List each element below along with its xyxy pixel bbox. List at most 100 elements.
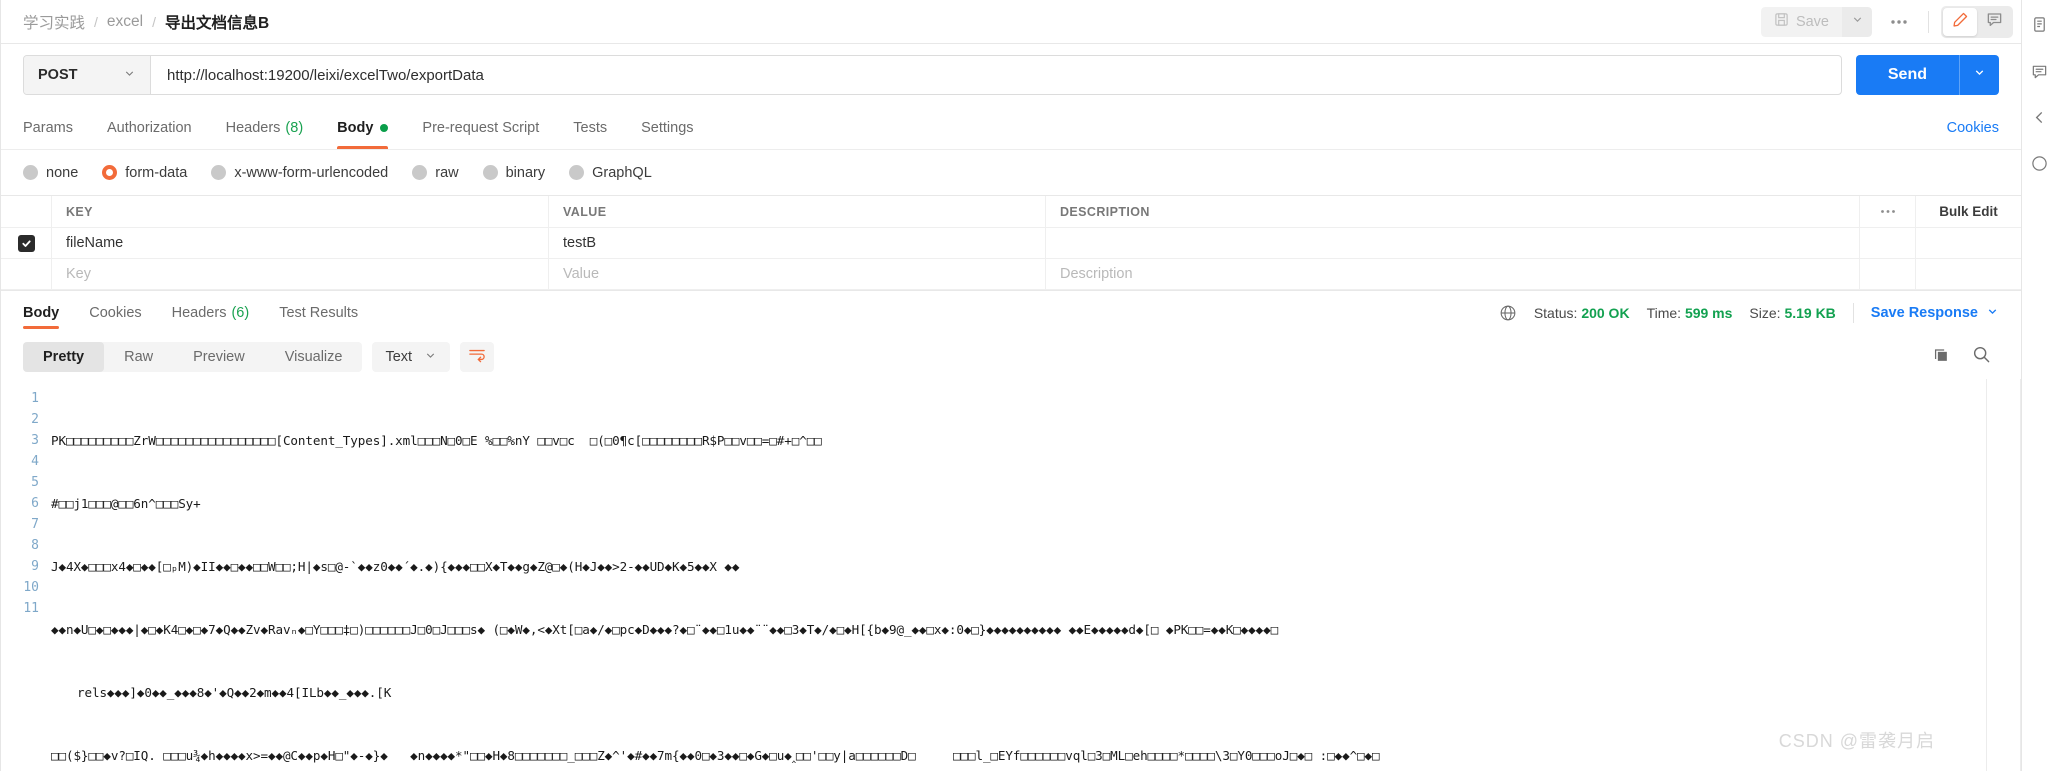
copy-button[interactable] (1932, 346, 1950, 369)
new-row-description-input[interactable]: Description (1046, 259, 1860, 289)
radio-dot-icon (412, 165, 428, 180)
status-divider (1852, 303, 1854, 323)
method-url-group: POST (23, 55, 1842, 95)
new-row-value-input[interactable]: Value (549, 259, 1046, 289)
more-options-button[interactable] (1882, 7, 1916, 37)
response-language-select[interactable]: Text (372, 342, 451, 372)
globe-icon (1499, 304, 1517, 322)
radio-raw[interactable]: raw (412, 164, 459, 181)
line-number: 6 (31, 496, 39, 511)
tab-headers[interactable]: Headers (8) (226, 106, 304, 149)
tab-params[interactable]: Params (23, 106, 73, 149)
row-options-button[interactable] (1860, 228, 1916, 258)
radio-binary[interactable]: binary (482, 165, 545, 181)
segment-preview[interactable]: Preview (173, 342, 265, 372)
chevron-down-icon (1973, 66, 1986, 84)
radio-label: form-data (125, 164, 188, 181)
top-bar-actions: Save (1760, 5, 2013, 38)
request-url-input[interactable] (151, 56, 1841, 94)
segment-pretty[interactable]: Pretty (23, 342, 105, 372)
save-button[interactable]: Save (1760, 6, 1842, 37)
line-number: 10 (23, 580, 39, 595)
circle-icon[interactable] (2031, 155, 2048, 172)
response-format-segments: Pretty Raw Preview Visualize (23, 342, 363, 372)
tab-label: Pre-request Script (422, 119, 540, 136)
table-row-placeholder[interactable]: Key Value Description (1, 259, 2021, 290)
row-checkbox[interactable] (17, 234, 35, 252)
line-number: 7 (31, 517, 39, 532)
table-header-checkbox-cell (1, 196, 52, 227)
tab-label: Authorization (106, 119, 192, 136)
copy-icon (1932, 346, 1950, 369)
response-body-viewer[interactable]: 1 2 3 4 5 6 7 8 9 10 11 PK□□□□□□□□□ZrW□□… (1, 379, 2021, 771)
tab-pre-request-script[interactable]: Pre-request Script (422, 106, 539, 149)
segment-visualize[interactable]: Visualize (265, 342, 363, 372)
response-tab-bar: Body Cookies Headers (6) Test Results St… (1, 290, 2021, 335)
row-description-input[interactable] (1046, 228, 1860, 258)
radio-x-www-form-urlencoded[interactable]: x-www-form-urlencoded (211, 165, 388, 181)
tab-body[interactable]: Body (337, 106, 389, 149)
chevron-down-icon (1986, 305, 1999, 322)
radio-graphql[interactable]: GraphQL (569, 165, 652, 181)
radio-dot-selected-icon (102, 165, 118, 180)
word-wrap-button[interactable] (460, 342, 495, 372)
tab-authorization[interactable]: Authorization (107, 106, 192, 149)
save-button-group: Save (1760, 6, 1872, 37)
request-tab-bar: Params Authorization Headers (8) Body Pr… (1, 106, 2021, 150)
radio-none[interactable]: none (23, 165, 78, 181)
status-value: 200 OK (1581, 305, 1630, 321)
row-checkbox-cell-empty (1, 259, 52, 289)
tab-label: Body (337, 119, 374, 136)
response-tab-headers[interactable]: Headers (6) (172, 291, 250, 335)
radio-label: raw (435, 164, 459, 181)
tab-settings[interactable]: Settings (641, 106, 693, 149)
cookies-link[interactable]: Cookies (1947, 120, 1999, 136)
http-method-select[interactable]: POST (24, 56, 151, 94)
tab-tests[interactable]: Tests (573, 106, 607, 149)
breadcrumb-item-workspace[interactable]: 学习实践 (23, 11, 85, 33)
line-number: 3 (31, 433, 39, 448)
edit-mode-button[interactable] (1943, 7, 1977, 36)
radio-dot-icon (211, 165, 227, 180)
tab-label: Headers (225, 119, 281, 136)
response-tab-cookies[interactable]: Cookies (89, 291, 141, 335)
response-tab-body[interactable]: Body (23, 291, 60, 335)
save-response-button[interactable]: Save Response (1871, 305, 1999, 322)
code-vertical-rule (1986, 379, 1987, 771)
line-number: 1 (31, 391, 39, 406)
search-button[interactable] (1972, 345, 1991, 369)
segment-raw[interactable]: Raw (104, 342, 173, 372)
table-row[interactable]: fileName testB (1, 228, 2021, 259)
size-value: 5.19 KB (1784, 305, 1836, 321)
breadcrumb-item-request[interactable]: 导出文档信息B (165, 11, 269, 33)
new-row-options-button[interactable] (1860, 259, 1916, 289)
comment-mode-button[interactable] (1977, 8, 2011, 36)
table-options-button[interactable] (1860, 196, 1916, 227)
send-dropdown-button[interactable] (1959, 55, 1999, 95)
form-data-table: KEY VALUE DESCRIPTION Bulk Edit fileName… (1, 195, 2021, 290)
document-icon[interactable] (2031, 16, 2048, 33)
response-body-content[interactable]: PK□□□□□□□□□ZrW□□□□□□□□□□□□□□□□[Content_T… (51, 379, 2021, 771)
chevron-left-icon[interactable] (2032, 110, 2047, 125)
send-button[interactable]: Send (1855, 55, 1959, 95)
size-group: Size: 5.19 KB (1749, 305, 1835, 321)
chevron-down-icon (424, 349, 437, 366)
tab-label: Test Results (279, 305, 359, 321)
new-row-key-input[interactable]: Key (52, 259, 549, 289)
bulk-edit-button[interactable]: Bulk Edit (1916, 196, 2021, 227)
line-number: 9 (31, 559, 39, 574)
radio-form-data[interactable]: form-data (102, 165, 187, 181)
save-dropdown-button[interactable] (1842, 6, 1872, 37)
search-icon (1972, 345, 1991, 369)
row-value-input[interactable]: testB (549, 228, 1046, 258)
response-toolbar-actions (1932, 345, 1999, 369)
breadcrumb-item-collection[interactable]: excel (107, 13, 143, 31)
comment-icon[interactable] (2031, 63, 2048, 80)
response-tab-test-results[interactable]: Test Results (279, 291, 358, 335)
tab-label: Params (23, 119, 73, 136)
row-key-input[interactable]: fileName (52, 228, 549, 258)
code-scrollbar-track[interactable] (2020, 379, 2021, 771)
word-wrap-icon (468, 347, 486, 368)
line-number: 4 (31, 454, 39, 469)
table-header-description: DESCRIPTION (1046, 196, 1860, 227)
